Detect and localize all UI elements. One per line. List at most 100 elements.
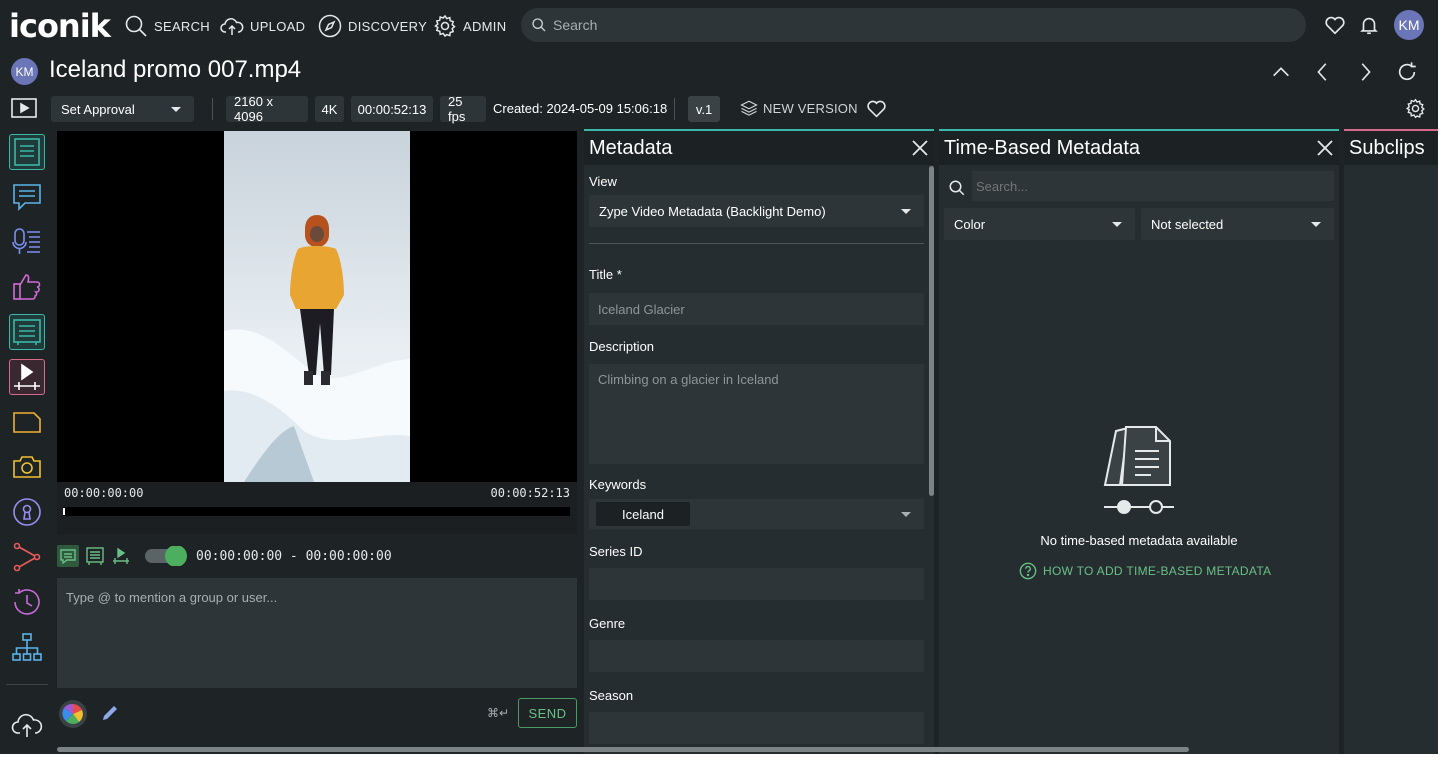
chevron-right-icon[interactable]: [1354, 61, 1376, 83]
view-dropdown[interactable]: Zype Video Metadata (Backlight Demo): [589, 195, 924, 227]
tbm-panel-title: Time-Based Metadata: [944, 136, 1141, 159]
pencil-icon[interactable]: [100, 703, 120, 723]
compass-icon: [318, 14, 342, 38]
sidebar-permissions[interactable]: [9, 494, 45, 530]
divider: [6, 684, 48, 685]
refresh-icon[interactable]: [1396, 61, 1418, 83]
clock-icon: [14, 589, 40, 615]
camera-icon: [13, 456, 41, 478]
end-timecode: 00:00:52:13: [490, 486, 570, 500]
bell-icon[interactable]: [1358, 14, 1380, 36]
close-icon[interactable]: [911, 139, 929, 157]
nav-search[interactable]: SEARCH: [124, 13, 210, 39]
keywords-field-label: Keywords: [589, 477, 647, 492]
caret-down-icon: [1112, 222, 1122, 227]
sidebar-upload[interactable]: [9, 707, 45, 743]
series-field[interactable]: [589, 568, 924, 600]
video-frame: [224, 131, 410, 482]
sidebar-thumbnails[interactable]: [9, 449, 45, 485]
range-timecode: 00:00:00:00 - 00:00:00:00: [196, 549, 392, 564]
tbm-search-input[interactable]: [972, 171, 1334, 201]
global-search[interactable]: [521, 8, 1306, 42]
sidebar-time-based-metadata[interactable]: [9, 314, 45, 350]
settings-gear-icon[interactable]: [1405, 98, 1426, 119]
lock-icon: [13, 498, 41, 526]
title-field[interactable]: [589, 293, 924, 325]
comment-box[interactable]: [57, 578, 577, 688]
comment-icon: [13, 184, 41, 211]
description-field[interactable]: [589, 364, 924, 464]
title-field-label: Title *: [589, 267, 622, 282]
color-wheel-icon[interactable]: [58, 699, 88, 729]
new-version-label: NEW VERSION: [763, 100, 858, 116]
comment-input[interactable]: [57, 578, 577, 688]
search-icon: [532, 18, 546, 32]
tbm-panel-header: Time-Based Metadata: [939, 131, 1339, 165]
version-badge[interactable]: v.1: [688, 96, 720, 122]
global-search-input[interactable]: [553, 17, 1253, 33]
duration-badge: 00:00:52:13: [351, 96, 433, 122]
time-based-metadata-panel: Time-Based Metadata Color Not selected N…: [939, 129, 1339, 754]
metadata-panel-header: Metadata: [584, 131, 934, 165]
genre-field[interactable]: [589, 640, 924, 672]
sidebar-collections[interactable]: [9, 404, 45, 440]
start-timecode: 00:00:00:00: [64, 486, 144, 500]
sidebar-comments[interactable]: [9, 179, 45, 215]
search-icon: [949, 180, 965, 196]
hierarchy-icon: [12, 633, 42, 661]
help-link[interactable]: HOW TO ADD TIME-BASED METADATA: [1019, 562, 1271, 580]
clip-range-icon[interactable]: [111, 546, 131, 566]
favorite-heart-icon[interactable]: [866, 98, 887, 119]
season-field[interactable]: [589, 712, 924, 744]
description-field-label: Description: [589, 339, 655, 354]
metadata-panel: Metadata View Zype Video Metadata (Backl…: [584, 129, 934, 754]
sidebar-history[interactable]: [9, 584, 45, 620]
iconik-logo[interactable]: iconik: [9, 7, 111, 45]
help-circle-icon: [1019, 562, 1037, 580]
playhead[interactable]: [63, 508, 65, 515]
scrub-bar[interactable]: [63, 507, 570, 516]
list-icon[interactable]: [85, 546, 105, 566]
sidebar-subclips[interactable]: [9, 359, 45, 395]
send-button[interactable]: SEND: [518, 698, 577, 728]
sidebar-shares[interactable]: [9, 539, 45, 575]
keywords-field[interactable]: Iceland: [589, 499, 924, 529]
empty-state-text: No time-based metadata available: [1040, 533, 1238, 548]
nav-upload[interactable]: UPLOAD: [220, 13, 305, 39]
sidebar-metadata[interactable]: [9, 134, 45, 170]
video-still-image: [224, 215, 410, 482]
metadata-scrollbar[interactable]: [929, 166, 934, 496]
view-label: View: [589, 174, 617, 189]
chevron-up-icon[interactable]: [1270, 61, 1292, 83]
document-icon: [14, 138, 40, 166]
keyword-chip[interactable]: Iceland: [596, 502, 690, 526]
nav-search-label: SEARCH: [154, 18, 210, 34]
approval-dropdown[interactable]: Set Approval: [51, 96, 194, 122]
cloud-upload-icon: [220, 18, 244, 35]
horizontal-scrollbar[interactable]: [57, 747, 1189, 752]
divider: [212, 98, 213, 120]
subclips-panel-header: Subclips: [1344, 131, 1438, 165]
sidebar-approvals[interactable]: [9, 269, 45, 305]
help-link-label: HOW TO ADD TIME-BASED METADATA: [1043, 564, 1272, 578]
subclips-panel-title: Subclips: [1349, 136, 1425, 159]
close-icon[interactable]: [1316, 139, 1334, 157]
sidebar-transcription[interactable]: [9, 224, 45, 260]
play-box-icon[interactable]: [11, 97, 37, 119]
view-dropdown-value: Zype Video Metadata (Backlight Demo): [599, 203, 826, 219]
video-player[interactable]: [57, 131, 577, 482]
heart-icon[interactable]: [1324, 14, 1346, 36]
tbm-filter-type[interactable]: Color: [944, 208, 1135, 240]
tbm-filter-value[interactable]: Not selected: [1141, 208, 1334, 240]
sidebar-relations[interactable]: [9, 629, 45, 665]
nav-discovery[interactable]: DISCOVERY: [318, 13, 427, 39]
chevron-left-icon[interactable]: [1312, 61, 1334, 83]
range-toggle[interactable]: [145, 546, 189, 566]
search-icon: [125, 15, 147, 37]
new-version-button[interactable]: NEW VERSION: [740, 99, 858, 117]
nav-admin[interactable]: ADMIN: [433, 13, 506, 39]
nav-admin-label: ADMIN: [463, 18, 507, 34]
comment-mode-button[interactable]: [57, 545, 79, 567]
resolution-badge: 2160 x 4096: [226, 94, 308, 124]
user-avatar[interactable]: KM: [1394, 10, 1424, 40]
